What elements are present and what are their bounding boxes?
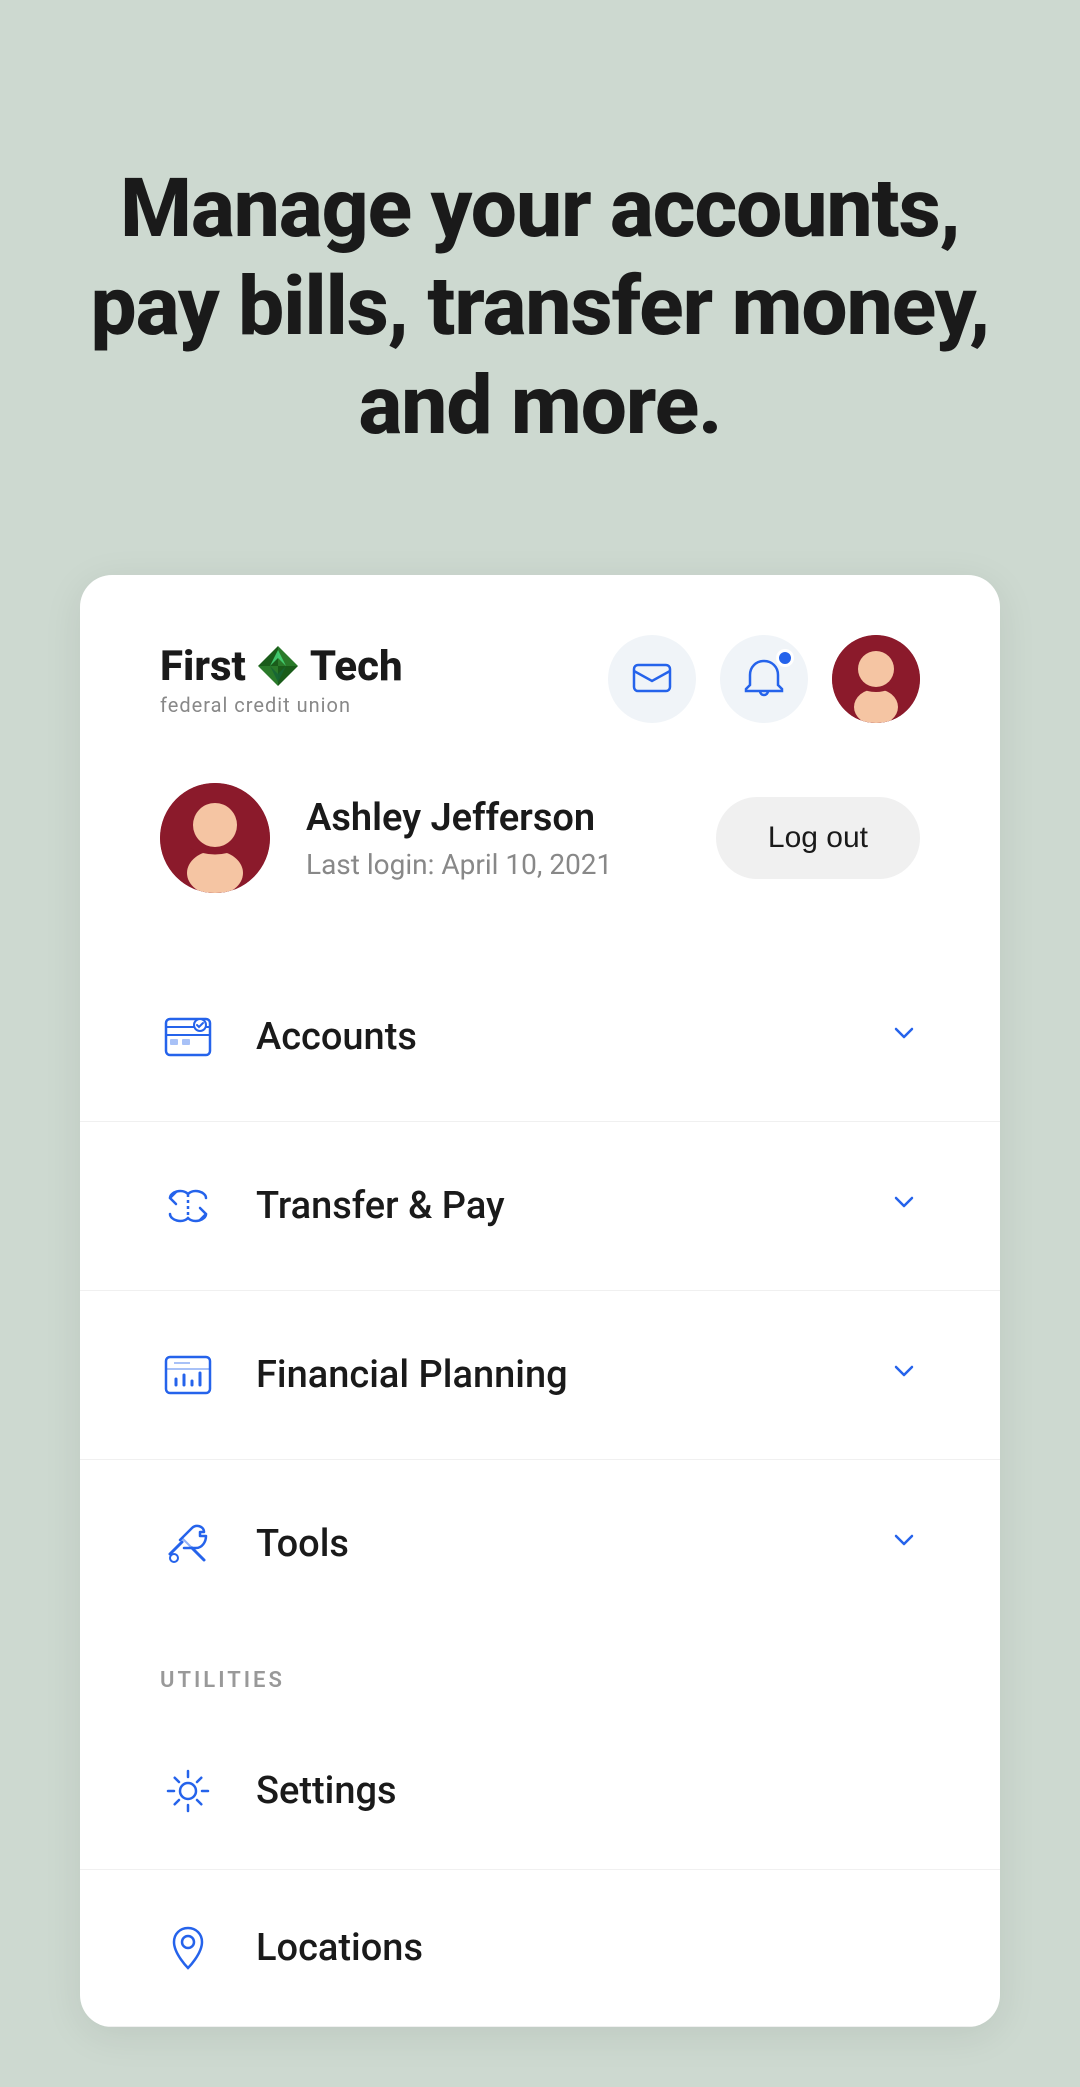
settings-label: Settings [256, 1769, 397, 1813]
menu-item-financial-planning[interactable]: Financial Planning [80, 1291, 1000, 1460]
user-avatar-icon [160, 783, 270, 893]
menu-item-transfer-pay[interactable]: Transfer & Pay [80, 1122, 1000, 1291]
accounts-chevron-icon [888, 1017, 920, 1057]
logo-tech: Tech [310, 642, 403, 691]
accounts-icon [160, 1009, 216, 1065]
header-icons [608, 635, 920, 723]
settings-icon [160, 1763, 216, 1819]
menu-left-settings: Settings [160, 1763, 397, 1819]
logo-diamond-icon [254, 642, 302, 690]
menu-left-transfer-pay: Transfer & Pay [160, 1178, 505, 1234]
logo-first: First [160, 642, 246, 691]
header-avatar-icon [832, 635, 920, 723]
menu-item-settings[interactable]: Settings [80, 1713, 1000, 1870]
tools-label: Tools [256, 1522, 349, 1566]
user-info: Ashley Jefferson Last login: April 10, 2… [160, 783, 612, 893]
logout-button[interactable]: Log out [716, 797, 920, 879]
hero-section: Manage your accounts, pay bills, transfe… [0, 0, 1080, 575]
logo-subtitle: federal credit union [160, 693, 403, 717]
utilities-label: UTILITIES [80, 1628, 1000, 1713]
logo-text: First Tech [160, 642, 403, 691]
tools-icon [160, 1516, 216, 1572]
user-avatar [160, 783, 270, 893]
transfer-icon [160, 1178, 216, 1234]
header-avatar[interactable] [832, 635, 920, 723]
menu-left-tools: Tools [160, 1516, 349, 1572]
notification-button[interactable] [720, 635, 808, 723]
menu-item-locations[interactable]: Locations [80, 1870, 1000, 2027]
hero-title: Manage your accounts, pay bills, transfe… [80, 160, 1000, 455]
locations-label: Locations [256, 1926, 423, 1970]
message-icon [630, 657, 674, 701]
card-header: First Tech fe [80, 575, 1000, 763]
main-card: First Tech fe [80, 575, 1000, 2027]
financial-planning-icon [160, 1347, 216, 1403]
menu-item-accounts[interactable]: Accounts [80, 953, 1000, 1122]
accounts-label: Accounts [256, 1015, 417, 1059]
locations-icon [160, 1920, 216, 1976]
notification-dot [776, 649, 794, 667]
menu-item-tools[interactable]: Tools [80, 1460, 1000, 1628]
user-section: Ashley Jefferson Last login: April 10, 2… [80, 763, 1000, 953]
menu-left-accounts: Accounts [160, 1009, 417, 1065]
message-button[interactable] [608, 635, 696, 723]
financial-planning-chevron-icon [888, 1355, 920, 1395]
transfer-pay-label: Transfer & Pay [256, 1184, 505, 1228]
menu-left-financial-planning: Financial Planning [160, 1347, 568, 1403]
logo: First Tech fe [160, 642, 403, 717]
menu-list: Accounts Trans [80, 953, 1000, 1628]
user-last-login: Last login: April 10, 2021 [306, 848, 612, 881]
utilities-section: UTILITIES Settings [80, 1628, 1000, 2027]
transfer-pay-chevron-icon [888, 1186, 920, 1226]
tools-chevron-icon [888, 1524, 920, 1564]
financial-planning-label: Financial Planning [256, 1353, 568, 1397]
user-name: Ashley Jefferson [306, 796, 612, 840]
menu-left-locations: Locations [160, 1920, 423, 1976]
user-details: Ashley Jefferson Last login: April 10, 2… [306, 796, 612, 881]
